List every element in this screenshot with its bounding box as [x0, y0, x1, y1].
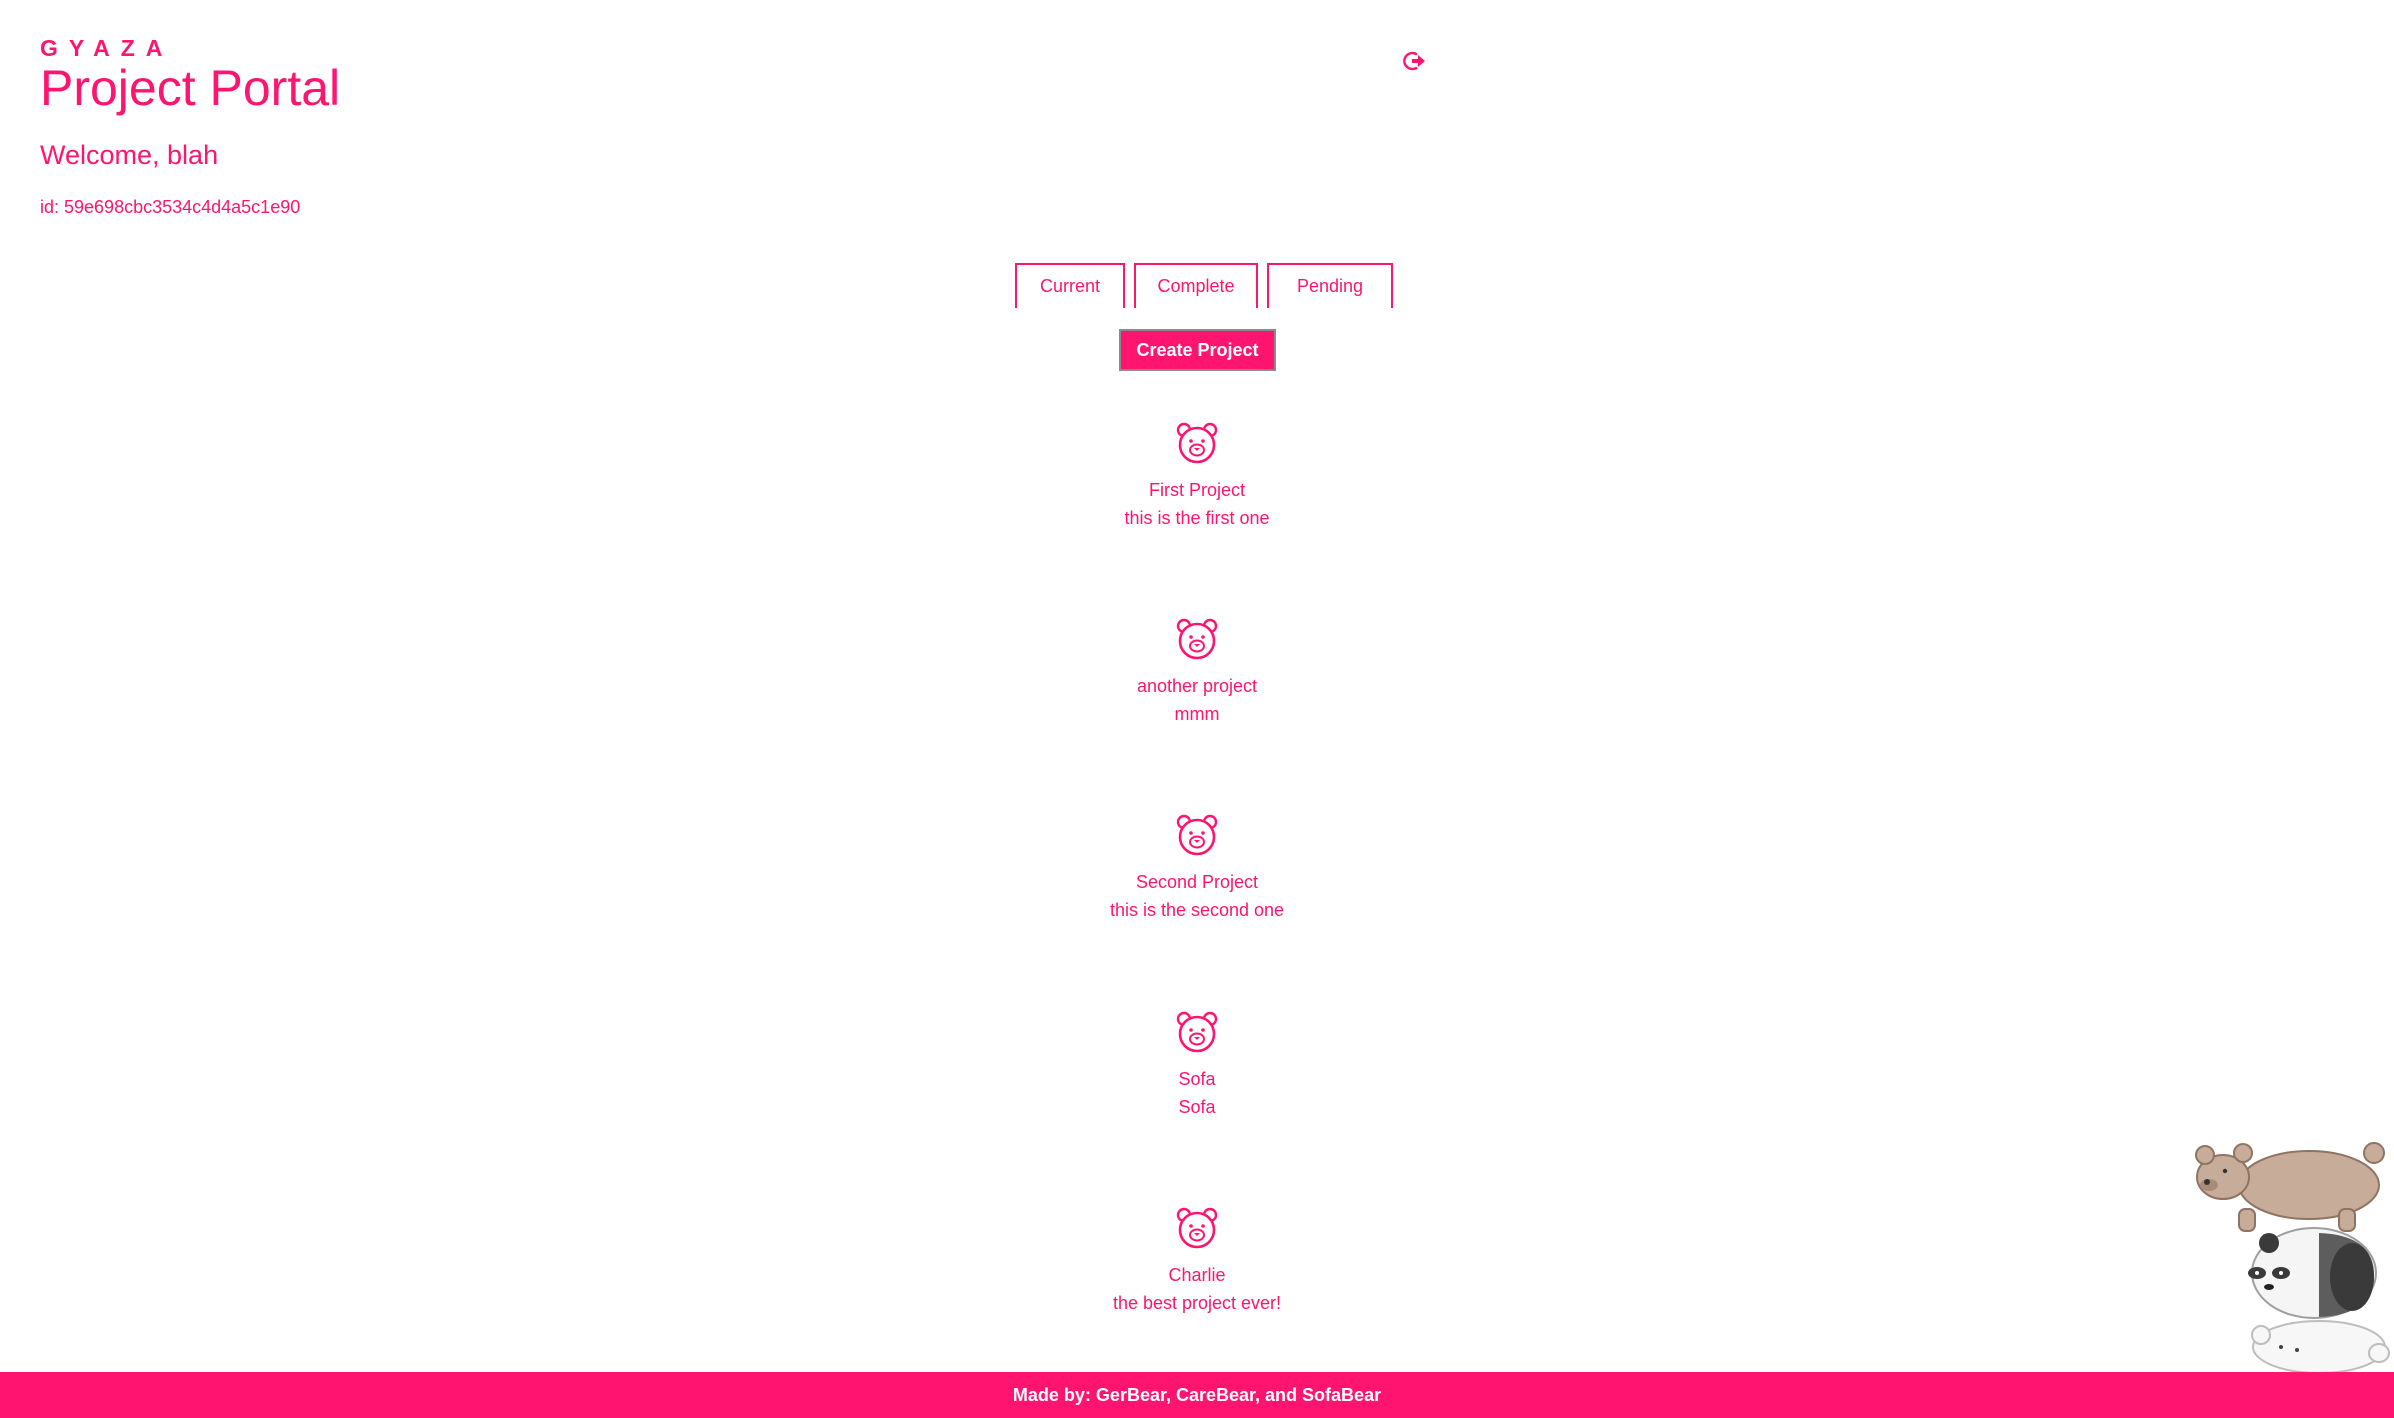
- bear-icon: [1176, 422, 1218, 464]
- page-title: Project Portal: [40, 60, 341, 116]
- create-project-button[interactable]: Create Project: [1119, 329, 1276, 371]
- project-item[interactable]: First Project this is the first one: [897, 420, 1497, 560]
- bear-stack-mascot: [2195, 1142, 2390, 1373]
- project-description: this is the first one: [1124, 508, 1270, 528]
- project-description: the best project ever!: [1112, 1293, 1282, 1313]
- project-description: mmm: [1174, 704, 1220, 724]
- user-id-text: id: 59e698cbc3534c4d4a5c1e90: [40, 197, 301, 217]
- project-item[interactable]: Sofa Sofa: [897, 1009, 1497, 1149]
- project-item[interactable]: Second Project this is the second one: [897, 812, 1497, 952]
- footer-credits: Made by: GerBear, CareBear, and SofaBear: [0, 1372, 2394, 1418]
- project-name: Second Project: [1135, 872, 1259, 892]
- project-name: another project: [1136, 676, 1258, 696]
- tab-current[interactable]: Current: [1015, 263, 1125, 308]
- project-name: Sofa: [1178, 1069, 1216, 1089]
- bear-icon: [1176, 618, 1218, 660]
- project-item[interactable]: another project mmm: [897, 616, 1497, 756]
- tab-complete[interactable]: Complete: [1134, 263, 1258, 308]
- bear-icon: [1176, 814, 1218, 856]
- welcome-message: Welcome, blah: [40, 140, 219, 170]
- bear-icon: [1176, 1011, 1218, 1053]
- logout-icon[interactable]: [1403, 49, 1427, 73]
- bear-icon: [1176, 1207, 1218, 1249]
- project-description: Sofa: [1178, 1097, 1216, 1117]
- project-item[interactable]: Charlie the best project ever!: [897, 1205, 1497, 1345]
- project-description: this is the second one: [1109, 900, 1285, 920]
- project-name: Charlie: [1168, 1265, 1226, 1285]
- tab-pending[interactable]: Pending: [1267, 263, 1393, 308]
- project-name: First Project: [1148, 480, 1245, 500]
